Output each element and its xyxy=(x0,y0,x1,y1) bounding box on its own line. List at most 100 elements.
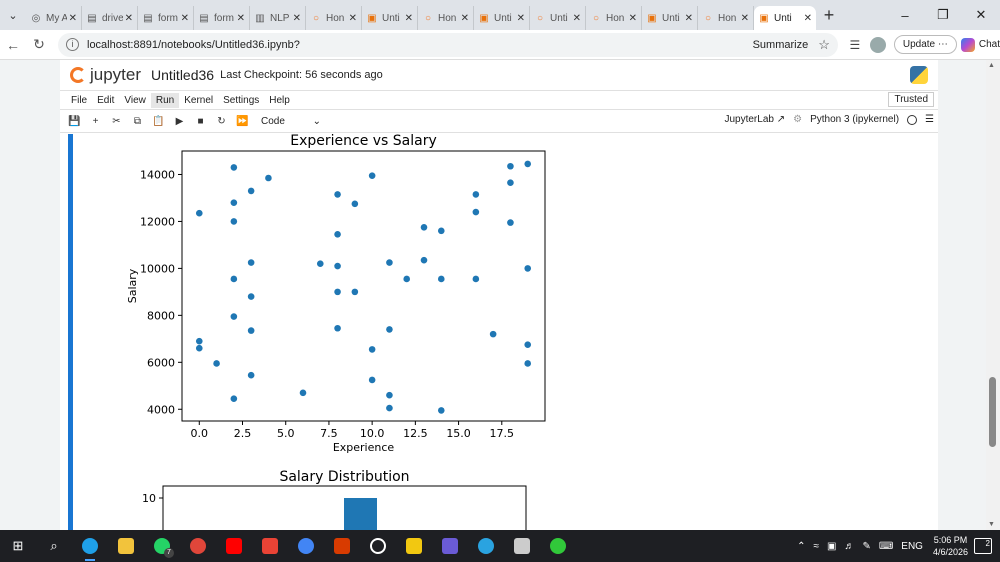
tab-close-icon[interactable]: ✕ xyxy=(293,13,301,24)
tab-close-icon[interactable]: ✕ xyxy=(237,13,245,24)
kernel-settings-icon[interactable]: ⚙ xyxy=(793,114,802,125)
back-icon[interactable]: ← xyxy=(0,32,26,58)
jupyter-logo[interactable]: jupyter xyxy=(70,65,141,85)
close-window-icon[interactable]: ✕ xyxy=(962,0,1000,30)
browser-tab[interactable]: ▤ drive ✕ xyxy=(82,6,138,30)
youtube-icon[interactable] xyxy=(216,530,252,562)
bookmark-star-icon[interactable]: ☆ xyxy=(818,37,830,53)
camera-icon[interactable]: ▣ xyxy=(827,541,836,552)
menu-help[interactable]: Help xyxy=(264,93,295,108)
tab-close-icon[interactable]: ✕ xyxy=(125,13,133,24)
clock[interactable]: 5:06 PM 4/6/2026 xyxy=(933,534,968,558)
hamburger-menu-icon[interactable]: ☰ xyxy=(925,114,934,125)
chrome-icon[interactable] xyxy=(180,530,216,562)
language-indicator[interactable]: ENG xyxy=(901,541,923,552)
keyboard-icon[interactable]: ⌨ xyxy=(879,541,893,552)
scroll-up-icon[interactable]: ▲ xyxy=(988,62,995,69)
chevron-up-icon[interactable]: ⌃ xyxy=(797,541,805,552)
tab-close-icon[interactable]: ✕ xyxy=(405,13,413,24)
pen-icon[interactable]: ✎ xyxy=(862,541,870,552)
google-icon[interactable] xyxy=(288,530,324,562)
gmail-icon[interactable] xyxy=(252,530,288,562)
tab-list-chevron-icon[interactable]: ⌄ xyxy=(0,0,26,30)
menu-view[interactable]: View xyxy=(119,93,151,108)
menu-file[interactable]: File xyxy=(66,93,92,108)
tab-close-icon[interactable]: ✕ xyxy=(69,13,77,24)
copy-icon[interactable]: ⧉ xyxy=(127,116,148,127)
menu-settings[interactable]: Settings xyxy=(218,93,264,108)
chatgpt-icon[interactable] xyxy=(360,530,396,562)
browser-tab[interactable]: ▣ Unti ✕ xyxy=(754,6,816,30)
telegram-icon[interactable] xyxy=(468,530,504,562)
menu-edit[interactable]: Edit xyxy=(92,93,119,108)
url-field[interactable]: i localhost:8891/notebooks/Untitled36.ip… xyxy=(58,32,838,57)
restart-icon[interactable]: ↻ xyxy=(211,116,232,127)
stop-icon[interactable]: ■ xyxy=(190,116,211,127)
volume-icon[interactable]: ♬ xyxy=(844,541,854,552)
cell-type-select[interactable]: Code ⌄ xyxy=(261,116,321,127)
restore-icon[interactable]: ❐ xyxy=(924,0,962,30)
site-info-icon[interactable]: i xyxy=(66,38,79,51)
office-icon[interactable] xyxy=(324,530,360,562)
tab-close-icon[interactable]: ✕ xyxy=(685,13,693,24)
browser-tab[interactable]: ▤ form ✕ xyxy=(194,6,250,30)
browser-tab[interactable]: ▣ Unti ✕ xyxy=(642,6,698,30)
whatsapp-icon[interactable]: 7 xyxy=(144,530,180,562)
tab-close-icon[interactable]: ✕ xyxy=(804,13,812,24)
browser-tab[interactable]: ○ Unti ✕ xyxy=(530,6,586,30)
new-tab-button[interactable]: + xyxy=(816,5,842,26)
edge-glyph xyxy=(82,538,98,554)
tab-close-icon[interactable]: ✕ xyxy=(517,13,525,24)
run-icon[interactable]: ▶ xyxy=(169,116,190,127)
save-icon[interactable]: 💾 xyxy=(64,116,85,127)
browser-tab[interactable]: ▣ Unti ✕ xyxy=(362,6,418,30)
browser-tab[interactable]: ◎ My A ✕ xyxy=(26,6,82,30)
tab-close-icon[interactable]: ✕ xyxy=(629,13,637,24)
browser-tab[interactable]: ○ Hon ✕ xyxy=(306,6,362,30)
refresh-app-icon[interactable] xyxy=(540,530,576,562)
minimize-icon[interactable]: – xyxy=(886,0,924,30)
wifi-icon[interactable]: ≈ xyxy=(814,541,820,552)
paste-icon[interactable]: 📋 xyxy=(148,116,169,127)
start-icon[interactable]: ⊞ xyxy=(0,530,36,562)
kernel-name[interactable]: Python 3 (ipykernel) xyxy=(810,114,899,125)
browser-tab[interactable]: ○ Hon ✕ xyxy=(698,6,754,30)
update-button[interactable]: Update ⋯ xyxy=(893,35,957,54)
url-text[interactable]: localhost:8891/notebooks/Untitled36.ipyn… xyxy=(87,39,753,51)
jupyter-logo-icon xyxy=(70,67,86,83)
browser-tab[interactable]: ○ Hon ✕ xyxy=(586,6,642,30)
power-bi-icon[interactable] xyxy=(396,530,432,562)
tab-close-icon[interactable]: ✕ xyxy=(741,13,749,24)
jupyterlab-link[interactable]: JupyterLab ↗ xyxy=(716,114,785,125)
file-explorer-icon[interactable] xyxy=(108,530,144,562)
scroll-down-icon[interactable]: ▼ xyxy=(988,521,995,528)
scrollbar-thumb[interactable] xyxy=(989,377,996,447)
cut-icon[interactable]: ✂ xyxy=(106,116,127,127)
insert-cell-icon[interactable]: + xyxy=(85,116,106,127)
page-scrollbar[interactable]: ▲ ▼ xyxy=(986,60,1000,530)
browser-tab[interactable]: ▤ form ✕ xyxy=(138,6,194,30)
copilot-chat-button[interactable]: Chat xyxy=(960,37,1000,52)
tab-close-icon[interactable]: ✕ xyxy=(181,13,189,24)
visual-studio-icon[interactable] xyxy=(432,530,468,562)
menu-kernel[interactable]: Kernel xyxy=(179,93,218,108)
profile-avatar[interactable] xyxy=(869,36,886,53)
summarize-button[interactable]: Summarize xyxy=(753,39,809,51)
settings-icon[interactable] xyxy=(504,530,540,562)
notification-center-icon[interactable]: 2 xyxy=(974,538,992,554)
favorites-icon[interactable]: ☰ xyxy=(844,38,866,52)
browser-tab[interactable]: ▣ Unti ✕ xyxy=(474,6,530,30)
notebook-name[interactable]: Untitled36 xyxy=(151,67,214,83)
edge-icon[interactable] xyxy=(72,530,108,562)
tab-close-icon[interactable]: ✕ xyxy=(573,13,581,24)
tab-close-icon[interactable]: ✕ xyxy=(349,13,357,24)
menu-run[interactable]: Run xyxy=(150,92,180,108)
reload-icon[interactable]: ↻ xyxy=(26,32,52,58)
active-cell-indicator[interactable] xyxy=(68,134,73,530)
browser-tab[interactable]: ▥ NLP ✕ xyxy=(250,6,306,30)
tab-close-icon[interactable]: ✕ xyxy=(461,13,469,24)
browser-tab[interactable]: ○ Hon ✕ xyxy=(418,6,474,30)
trusted-indicator[interactable]: Trusted xyxy=(888,92,934,107)
search-icon[interactable]: ⌕ xyxy=(36,530,72,562)
fast-forward-icon[interactable]: ⏩ xyxy=(232,116,253,127)
